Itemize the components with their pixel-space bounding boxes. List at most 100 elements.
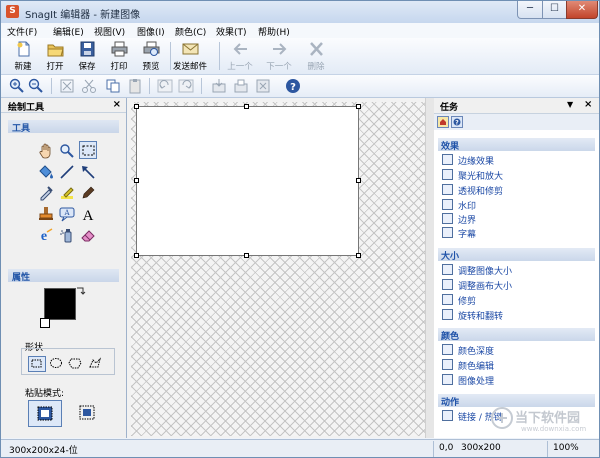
task-rotate-flip[interactable]: 旋转和翻转 xyxy=(442,308,592,322)
menu-help[interactable]: 帮助(H) xyxy=(258,25,290,38)
drawing-tools-close-button[interactable]: × xyxy=(113,99,121,110)
task-caption[interactable]: 字幕 xyxy=(442,226,592,240)
ellipse-shape-icon[interactable] xyxy=(49,357,63,369)
paste-mode-transparent-option[interactable] xyxy=(70,400,104,427)
close-button[interactable]: ✕ xyxy=(566,1,598,19)
task-pane-title: 任务 xyxy=(440,103,459,113)
highlighter-icon[interactable] xyxy=(58,184,76,202)
crop-icon[interactable] xyxy=(59,78,75,94)
pen-tool-icon[interactable] xyxy=(79,184,97,202)
minimize-button[interactable]: ─ xyxy=(517,1,543,19)
open-folder-icon xyxy=(47,44,64,57)
menu-edit[interactable]: 编辑(E) xyxy=(53,25,84,38)
color-section-header: 颜色 xyxy=(438,328,595,342)
shape-rectangle-option[interactable] xyxy=(28,356,46,372)
svg-text:A: A xyxy=(83,208,94,223)
resize-image-icon xyxy=(442,264,453,275)
maximize-button[interactable]: ☐ xyxy=(542,1,567,19)
previous-button[interactable]: 上一个 xyxy=(225,40,255,72)
zoom-out-icon[interactable] xyxy=(28,78,44,94)
task-edge-effects[interactable]: 边缘效果 xyxy=(442,153,592,167)
redo-icon[interactable] xyxy=(178,78,194,94)
save-to-icon[interactable] xyxy=(233,78,249,94)
paste-icon[interactable] xyxy=(127,78,143,94)
drawing-tools-title: 绘制工具 xyxy=(8,103,45,113)
delete-button[interactable]: 删除 xyxy=(301,40,331,72)
freehand-shape-icon[interactable] xyxy=(88,357,102,369)
task-border[interactable]: 边界 xyxy=(442,212,592,226)
task-perspective-shear[interactable]: 透视和修剪 xyxy=(442,183,592,197)
zoom-in-icon[interactable] xyxy=(9,78,25,94)
task-trim[interactable]: 修剪 xyxy=(442,293,592,307)
menu-view[interactable]: 视图(V) xyxy=(94,25,125,38)
resize-handle-right[interactable] xyxy=(356,178,361,183)
send-to-icon[interactable] xyxy=(211,78,227,94)
task-color-depth[interactable]: 颜色深度 xyxy=(442,343,592,357)
swap-colors-icon[interactable] xyxy=(76,286,86,296)
stamp-tool-icon[interactable] xyxy=(37,205,55,223)
undo-icon[interactable] xyxy=(157,78,173,94)
task-spotlight-magnify[interactable]: 聚光和放大 xyxy=(442,168,592,182)
hand-tool-icon[interactable] xyxy=(37,142,55,160)
menu-image[interactable]: 图像(I) xyxy=(137,25,165,38)
help-tab[interactable]: ? xyxy=(451,116,463,128)
paste-mode-opaque-option[interactable] xyxy=(28,400,62,427)
task-pane-tabs: ? xyxy=(434,114,599,130)
background-color-swatch[interactable] xyxy=(40,318,50,328)
menu-effects[interactable]: 效果(T) xyxy=(216,25,247,38)
copy-icon[interactable] xyxy=(105,78,121,94)
selection-tool[interactable] xyxy=(79,141,97,159)
task-pane-header: 任务 ▼ × xyxy=(434,98,599,114)
text-tool-icon[interactable]: A xyxy=(79,205,97,223)
zoom-tool-icon[interactable] xyxy=(58,142,76,160)
color-picker[interactable] xyxy=(38,284,88,330)
arrow-tool-icon[interactable] xyxy=(79,163,97,181)
polygon-shape-icon[interactable] xyxy=(68,357,82,369)
web-link-icon[interactable]: e xyxy=(37,226,55,244)
remove-icon[interactable] xyxy=(255,78,271,94)
app-icon: S xyxy=(6,5,19,18)
resize-handle-bottom[interactable] xyxy=(244,253,249,258)
paste-mode-label: 粘贴模式: xyxy=(25,389,65,399)
next-button[interactable]: 下一个 xyxy=(264,40,294,72)
canvas-area[interactable] xyxy=(127,98,434,438)
envelope-icon xyxy=(182,43,199,55)
task-resize-canvas[interactable]: 调整画布大小 xyxy=(442,278,592,292)
task-resize-image[interactable]: 调整图像大小 xyxy=(442,263,592,277)
toolbar-separator xyxy=(201,78,202,94)
drawing-tools-header: 绘制工具 × xyxy=(1,98,126,113)
help-icon[interactable]: ? xyxy=(285,78,301,94)
cut-icon[interactable] xyxy=(81,78,97,94)
preview-button[interactable]: 预览 xyxy=(136,40,166,72)
resize-handle-left[interactable] xyxy=(134,178,139,183)
foreground-color-swatch[interactable] xyxy=(44,288,76,320)
watermark-logo-icon xyxy=(491,407,513,429)
resize-handle-bottom-right[interactable] xyxy=(356,253,361,258)
tools-section-header: 工具 xyxy=(8,120,119,134)
resize-handle-top-right[interactable] xyxy=(356,104,361,109)
task-image-processing[interactable]: 图像处理 xyxy=(442,373,592,387)
canvas-vertical-scrollbar[interactable] xyxy=(425,98,434,438)
image-canvas[interactable] xyxy=(136,106,359,256)
eraser-tool-icon[interactable] xyxy=(79,226,97,244)
task-color-edit[interactable]: 颜色编辑 xyxy=(442,358,592,372)
task-watermark[interactable]: 水印 xyxy=(442,198,592,212)
color-section-title: 颜色 xyxy=(441,332,460,342)
fill-bucket-icon[interactable] xyxy=(37,163,55,181)
menu-bar: 文件(F) 编辑(E) 视图(V) 图像(I) 颜色(C) 效果(T) 帮助(H… xyxy=(1,23,599,39)
resize-handle-top-left[interactable] xyxy=(134,104,139,109)
send-mail-button[interactable]: 发送邮件 xyxy=(173,40,207,72)
menu-color[interactable]: 颜色(C) xyxy=(175,25,206,38)
resize-handle-top[interactable] xyxy=(244,104,249,109)
arrow-right-icon xyxy=(273,43,287,55)
eyedropper-icon[interactable] xyxy=(37,184,55,202)
home-tab[interactable] xyxy=(437,116,449,128)
send-mail-label: 发送邮件 xyxy=(172,62,207,72)
callout-tool-icon[interactable]: A xyxy=(58,205,76,223)
spray-can-icon[interactable] xyxy=(58,226,76,244)
line-tool-icon[interactable] xyxy=(58,163,76,181)
task-pane-menu-button[interactable]: ▼ xyxy=(567,100,573,109)
resize-handle-bottom-left[interactable] xyxy=(134,253,139,258)
task-pane-close-button[interactable]: × xyxy=(584,99,592,110)
menu-file[interactable]: 文件(F) xyxy=(7,25,37,38)
